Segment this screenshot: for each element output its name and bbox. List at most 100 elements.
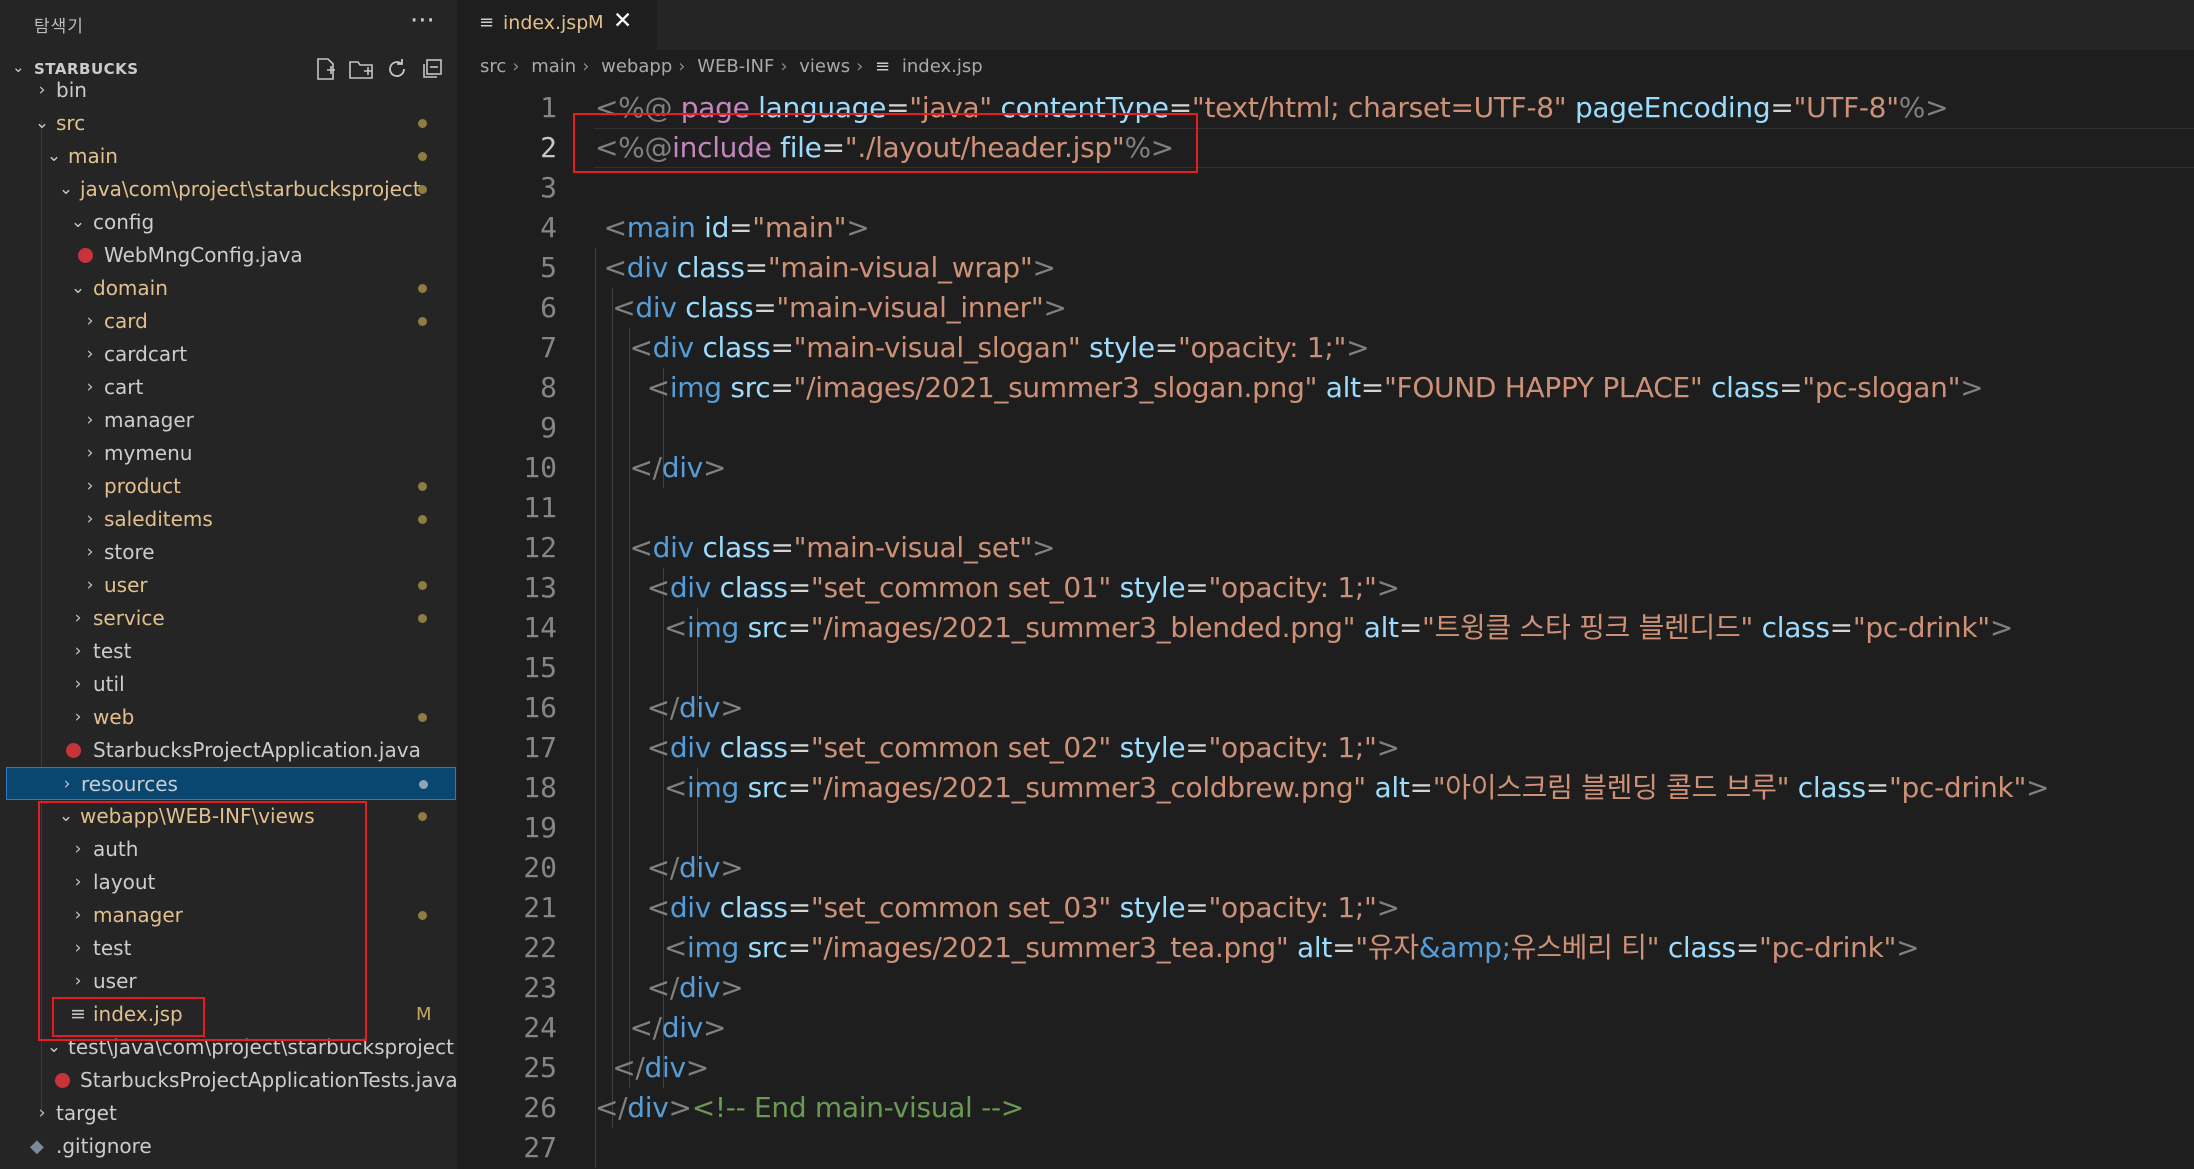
code-editor: ≡ index.jsp M ✕ src › main › webapp › WEB-I… — [457, 0, 2194, 1169]
tab-index-jsp[interactable]: ≡ index.jsp M ✕ — [457, 0, 657, 50]
breadcrumb-item[interactable]: index.jsp — [902, 56, 983, 77]
highlight-box-index-jsp — [52, 997, 205, 1037]
code-line[interactable]: <img src="/images/2021_summer3_slogan.pn… — [595, 368, 1984, 408]
line-number: 17 — [523, 731, 557, 764]
tree-folder-bin[interactable]: › bin — [0, 74, 457, 107]
tree-folder-main[interactable]: ⌄ main — [0, 140, 457, 173]
tree-folder-web[interactable]: › web — [0, 701, 457, 734]
modified-dot — [418, 317, 427, 326]
line-number: 27 — [523, 1131, 557, 1164]
tree-folder-store[interactable]: › store — [0, 536, 457, 569]
line-number: 23 — [523, 971, 557, 1004]
file-lines-icon: ≡ — [479, 12, 495, 33]
tree-folder-user[interactable]: › user — [0, 569, 457, 602]
line-number: 7 — [540, 331, 557, 364]
code-line[interactable]: <div class="set_common set_02" style="op… — [595, 728, 1400, 768]
breadcrumb-item[interactable]: src — [480, 56, 506, 77]
modified-dot — [419, 780, 428, 789]
modified-dot — [418, 119, 427, 128]
code-line[interactable]: </div> — [595, 1008, 726, 1048]
line-number: 16 — [523, 691, 557, 724]
breadcrumb-item[interactable]: WEB-INF — [697, 56, 774, 77]
line-number: 2 — [540, 131, 557, 164]
line-number: 14 — [523, 611, 557, 644]
git-icon: ◆ — [30, 1136, 44, 1157]
modified-dot — [418, 152, 427, 161]
code-line[interactable]: <img src="/images/2021_summer3_tea.png" … — [595, 928, 1920, 968]
tree-folder-resources[interactable]: › resources — [6, 767, 456, 800]
tree-folder-src[interactable]: ⌄ src — [0, 107, 457, 140]
tree-file-application-tests[interactable]: StarbucksProjectApplicationTests.java — [0, 1064, 457, 1097]
explorer-title: 탐색기 — [34, 17, 84, 37]
more-actions-icon[interactable]: ··· — [410, 6, 435, 36]
code-line[interactable]: </div> — [595, 968, 744, 1008]
line-number: 3 — [540, 171, 557, 204]
code-line[interactable]: </div> — [595, 848, 744, 888]
java-file-icon — [78, 248, 93, 263]
file-lines-icon: ≡ — [875, 56, 891, 77]
line-number: 25 — [523, 1051, 557, 1084]
code-line[interactable]: <div class="main-visual_set"> — [595, 528, 1055, 568]
code-line[interactable]: <div class="main-visual_slogan" style="o… — [595, 328, 1369, 368]
tree-file-application[interactable]: StarbucksProjectApplication.java — [0, 734, 457, 767]
modified-dot — [418, 515, 427, 524]
tree-folder-product[interactable]: › product — [0, 470, 457, 503]
tree-folder-target[interactable]: › target — [0, 1097, 457, 1130]
line-number: 1 — [540, 91, 557, 124]
line-number: 6 — [540, 291, 557, 324]
tree-folder-service[interactable]: › service — [0, 602, 457, 635]
line-number: 19 — [523, 811, 557, 844]
modified-dot — [418, 713, 427, 722]
code-line[interactable]: <main id="main"> — [595, 208, 870, 248]
code-line[interactable]: <div class="set_common set_03" style="op… — [595, 888, 1400, 928]
line-number: 4 — [540, 211, 557, 244]
line-number: 20 — [523, 851, 557, 884]
breadcrumb-item[interactable]: views — [799, 56, 850, 77]
line-number: 8 — [540, 371, 557, 404]
breadcrumb-item[interactable]: main — [531, 56, 576, 77]
line-number: 10 — [523, 451, 557, 484]
modified-badge: M — [416, 1004, 432, 1025]
code-line[interactable]: </div> — [595, 1048, 709, 1088]
tree-folder-card[interactable]: › card — [0, 305, 457, 338]
tab-modified-badge: M — [588, 12, 604, 33]
code-line[interactable]: <img src="/images/2021_summer3_blended.p… — [595, 608, 2013, 648]
code-line[interactable]: </div> — [595, 448, 726, 488]
line-number: 22 — [523, 931, 557, 964]
tree-folder-java-package[interactable]: ⌄ java\com\project\starbucksproject — [0, 173, 457, 206]
tree-file-webmngconfig[interactable]: WebMngConfig.java — [0, 239, 457, 272]
highlight-box-include-line — [573, 113, 1198, 173]
code-line[interactable]: <div class="main-visual_inner"> — [595, 288, 1067, 328]
tab-bar: ≡ index.jsp M ✕ — [457, 0, 2194, 50]
java-file-icon — [66, 743, 81, 758]
line-number: 5 — [540, 251, 557, 284]
line-number: 15 — [523, 651, 557, 684]
tree-file-gitignore[interactable]: ◆ .gitignore — [0, 1130, 457, 1163]
close-icon[interactable]: ✕ — [613, 8, 632, 34]
code-line[interactable]: <img src="/images/2021_summer3_coldbrew.… — [595, 768, 2050, 808]
tree-folder-util[interactable]: › util — [0, 668, 457, 701]
line-number: 21 — [523, 891, 557, 924]
code-line[interactable]: <div class="main-visual_wrap"> — [595, 248, 1056, 288]
tree-folder-config[interactable]: ⌄ config — [0, 206, 457, 239]
tree-folder-test[interactable]: › test — [0, 635, 457, 668]
explorer-sidebar: 탐색기 ··· ⌄ STARBUCKS › bin ⌄ src ⌄ main ⌄ jav… — [0, 0, 457, 1169]
tab-label: index.jsp — [503, 12, 589, 34]
modified-dot — [418, 614, 427, 623]
code-line[interactable]: </div> — [595, 688, 744, 728]
code-line[interactable]: </div><!-- End main-visual --> — [595, 1088, 1024, 1128]
modified-dot — [418, 284, 427, 293]
tree-folder-domain[interactable]: ⌄ domain — [0, 272, 457, 305]
tree-folder-saleditems[interactable]: › saleditems — [0, 503, 457, 536]
line-number: 18 — [523, 771, 557, 804]
modified-dot — [418, 482, 427, 491]
line-number: 12 — [523, 531, 557, 564]
tree-folder-mymenu[interactable]: › mymenu — [0, 437, 457, 470]
line-number: 13 — [523, 571, 557, 604]
breadcrumb-item[interactable]: webapp — [601, 56, 672, 77]
tree-folder-manager[interactable]: › manager — [0, 404, 457, 437]
modified-dot — [418, 812, 427, 821]
code-line[interactable]: <div class="set_common set_01" style="op… — [595, 568, 1400, 608]
tree-folder-cardcart[interactable]: › cardcart — [0, 338, 457, 371]
tree-folder-cart[interactable]: › cart — [0, 371, 457, 404]
